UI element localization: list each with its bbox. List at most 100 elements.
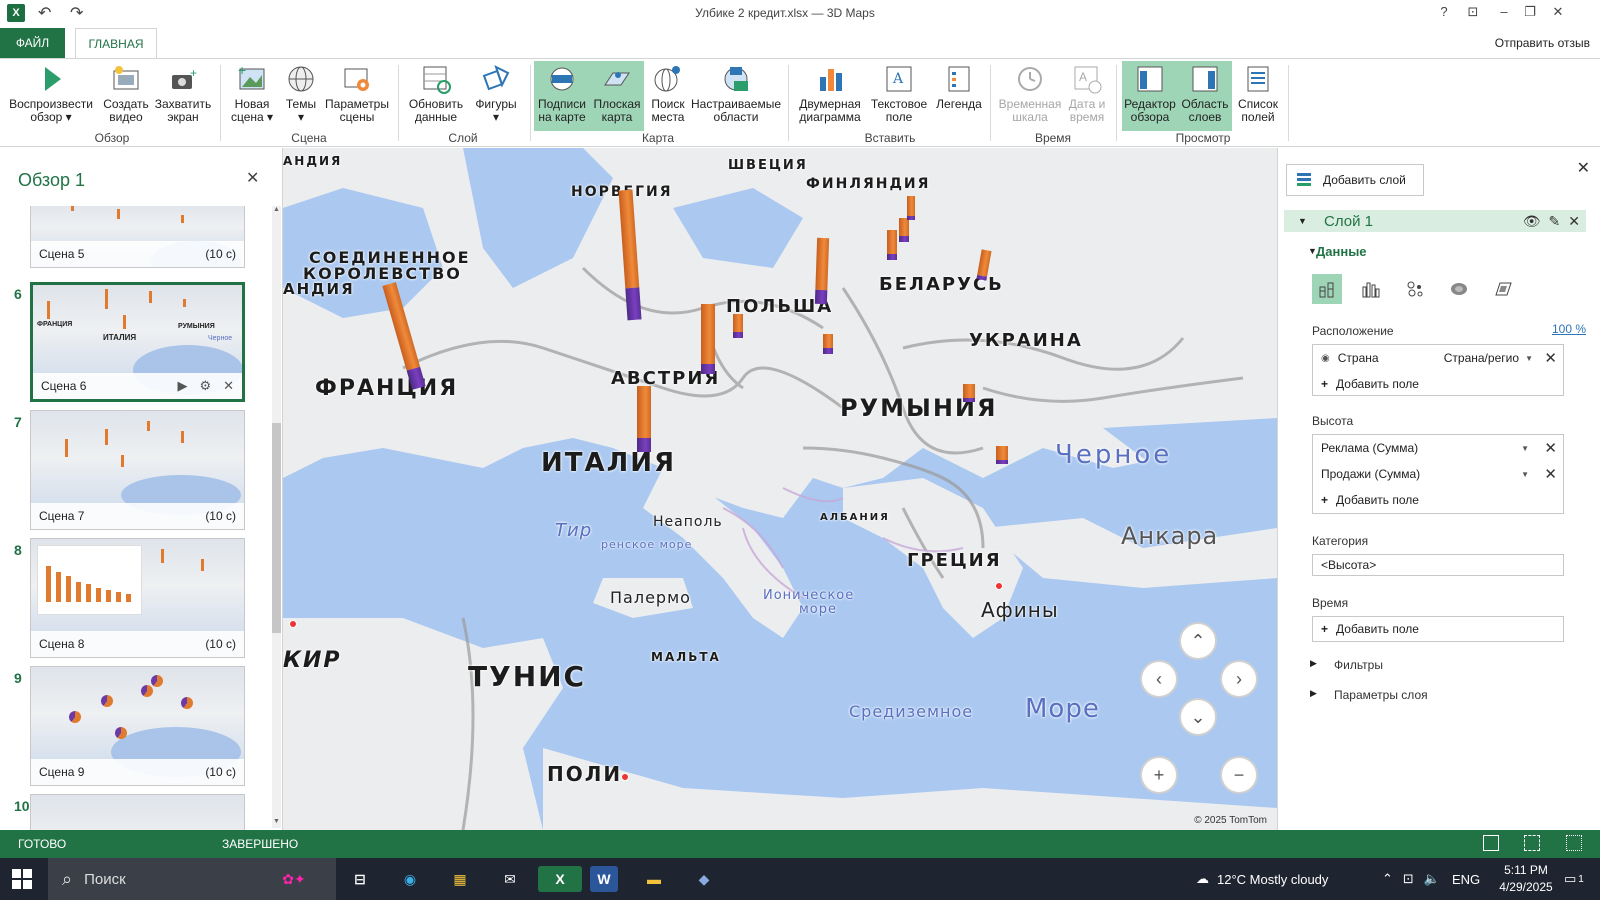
mail-icon[interactable]: ✉ (496, 866, 524, 892)
location-type[interactable]: Страна/регио (1444, 351, 1519, 365)
gear-icon[interactable]: ⚙ (199, 378, 211, 394)
map-canvas[interactable]: ШВЕЦИЯ ФИНЛЯНДИЯ НОРВЕГИЯ СОЕДИНЕННОЕ КО… (283, 148, 1277, 830)
scene-thumbnail-8[interactable]: Сцена 8 (10 с) (30, 538, 245, 658)
height-field-row[interactable]: Продажи (Сумма) ▼ ✕ (1313, 461, 1563, 487)
delete-scene-icon[interactable]: ✕ (223, 378, 234, 394)
map-bar-slovakia[interactable] (823, 334, 833, 354)
windows-start-icon[interactable] (12, 869, 32, 889)
send-feedback-link[interactable]: Отправить отзыв (1495, 36, 1590, 50)
create-video-button[interactable]: Создать видео (100, 61, 152, 131)
clock[interactable]: 5:11 PM 4/29/2025 (1496, 862, 1556, 896)
map-bar-lithuania[interactable] (887, 230, 897, 260)
remove-field-icon[interactable]: ✕ (1544, 439, 1557, 457)
capture-screen-button[interactable]: + Захватить экран (154, 61, 212, 131)
date-time-button[interactable]: A Дата и время (1066, 61, 1108, 131)
file-explorer-icon[interactable]: ▬ (640, 866, 668, 892)
chevron-down-icon[interactable]: ▼ (1521, 444, 1529, 453)
radio-icon[interactable]: ◉ (1321, 353, 1330, 364)
rotate-left-button[interactable]: ‹ (1140, 660, 1178, 698)
scrollbar-thumb[interactable] (272, 423, 281, 633)
bubble-icon[interactable] (1400, 274, 1430, 304)
scroll-down-arrow[interactable]: ▼ (272, 818, 281, 825)
network-icon[interactable]: ⊡ (1403, 871, 1414, 887)
edge-browser-icon[interactable]: ◉ (396, 866, 424, 892)
location-field-row[interactable]: ◉ Страна Страна/регио ▼ ✕ (1313, 345, 1563, 371)
add-field-row[interactable]: + Добавить поле (1313, 371, 1563, 397)
map-bar-austria[interactable] (701, 304, 715, 374)
flat-map-button[interactable]: Плоская карта (590, 61, 644, 131)
view-fullscreen-icon[interactable] (1524, 835, 1540, 851)
scene-thumbnail-7[interactable]: Сцена 7 (10 с) (30, 410, 245, 530)
language-indicator[interactable]: ENG (1452, 872, 1480, 887)
map-bar-latvia[interactable] (899, 218, 909, 242)
custom-regions-button[interactable]: Настраиваемые области (691, 61, 781, 131)
map-bar-romania[interactable] (963, 384, 975, 402)
clustered-column-icon[interactable] (1356, 274, 1386, 304)
layer-header[interactable]: ▼ Слой 1 👁 ✎ ✕ (1284, 210, 1586, 232)
add-layer-button[interactable]: Добавить слой (1286, 164, 1424, 196)
remove-field-icon[interactable]: ✕ (1544, 465, 1557, 483)
pencil-icon[interactable]: ✎ (1549, 213, 1561, 230)
search-highlight-icon[interactable]: ✿✦ (262, 866, 326, 892)
2d-chart-button[interactable]: Двумерная диаграмма (796, 61, 864, 131)
help-button[interactable]: ? (1434, 4, 1454, 19)
map-bar-estonia[interactable] (907, 196, 915, 220)
delete-layer-icon[interactable]: ✕ (1568, 213, 1580, 230)
close-tour-panel-button[interactable]: ✕ (246, 168, 259, 188)
scene-thumbnail-6[interactable]: ФРАНЦИЯ ИТАЛИЯ РУМЫНИЯ Черное Сцена 6 ▶ … (30, 282, 245, 402)
tour-editor-button[interactable]: Редактор обзора (1122, 61, 1178, 131)
themes-button[interactable]: Темы ▾ (280, 61, 322, 131)
category-field-box[interactable]: <Высота> (1312, 554, 1564, 576)
close-window-button[interactable]: ✕ (1548, 4, 1568, 20)
text-box-button[interactable]: A Текстовое поле (868, 61, 930, 131)
shapes-button[interactable]: Фигуры ▾ (470, 61, 522, 131)
notification-center-icon[interactable]: ▭ 1 (1564, 858, 1584, 900)
view-fit-icon[interactable] (1566, 835, 1582, 851)
filters-section[interactable]: Фильтры (1334, 658, 1383, 672)
play-tour-button[interactable]: Воспроизвести обзор ▾ (6, 61, 96, 131)
location-match-percent[interactable]: 100 % (1552, 322, 1586, 336)
map-bar-czech[interactable] (733, 314, 743, 338)
heat-map-icon[interactable] (1444, 274, 1474, 304)
play-scene-icon[interactable]: ▶ (177, 378, 187, 394)
map-labels-button[interactable]: Подписи на карте (534, 61, 590, 131)
chevron-up-icon[interactable]: ⌃ (1382, 871, 1393, 887)
word-taskbar-icon[interactable]: W (590, 866, 618, 892)
map-bar-bulgaria[interactable] (996, 446, 1008, 464)
scene-thumbnail-9[interactable]: Сцена 9 (10 с) (30, 666, 245, 786)
ribbon-display-options-button[interactable]: ⊡ (1463, 4, 1483, 20)
legend-button[interactable]: Легенда (934, 61, 984, 131)
chevron-down-icon[interactable]: ▼ (1525, 354, 1533, 363)
tab-home[interactable]: ГЛАВНАЯ (75, 28, 157, 58)
layer-options-section[interactable]: Параметры слоя (1334, 688, 1428, 702)
zoom-out-button[interactable]: − (1220, 756, 1258, 794)
find-location-button[interactable]: Поиск места (646, 61, 690, 131)
task-view-icon[interactable]: ⊟ (346, 866, 374, 892)
layer-pane-button[interactable]: Область слоев (1178, 61, 1232, 131)
expand-layer-options-icon[interactable]: ▶ (1310, 688, 1317, 699)
refresh-data-button[interactable]: Обновить данные (404, 61, 468, 131)
remove-field-icon[interactable]: ✕ (1544, 349, 1557, 367)
add-field-row[interactable]: + Добавить поле (1313, 617, 1563, 641)
stacked-column-icon[interactable] (1312, 274, 1342, 304)
timeline-button[interactable]: Временная шкала (996, 61, 1064, 131)
scene-thumbnail-5[interactable]: Сцена 5 (10 с) (30, 206, 245, 268)
new-scene-button[interactable]: + Новая сцена ▾ (226, 61, 278, 131)
chevron-down-icon[interactable]: ▼ (1521, 470, 1529, 479)
map-bar-poland[interactable] (814, 237, 830, 305)
eye-icon[interactable]: 👁 (1523, 213, 1541, 230)
app-icon[interactable]: ◆ (690, 866, 718, 892)
volume-icon[interactable]: 🔈 (1424, 871, 1440, 887)
zoom-in-button[interactable]: + (1140, 756, 1178, 794)
restore-button[interactable]: ❐ (1520, 4, 1540, 20)
add-field-row[interactable]: + Добавить поле (1313, 487, 1563, 513)
excel-taskbar-icon[interactable]: X (538, 866, 582, 892)
region-icon[interactable] (1488, 274, 1518, 304)
scene-thumbnail-10[interactable] (30, 794, 245, 830)
rotate-right-button[interactable]: › (1220, 660, 1258, 698)
weather-widget[interactable]: ☁ 12°C Mostly cloudy (1196, 858, 1328, 900)
store-icon[interactable]: ▦ (446, 866, 474, 892)
view-normal-icon[interactable] (1483, 835, 1499, 851)
field-list-button[interactable]: Список полей (1234, 61, 1282, 131)
expand-filters-icon[interactable]: ▶ (1310, 658, 1317, 669)
